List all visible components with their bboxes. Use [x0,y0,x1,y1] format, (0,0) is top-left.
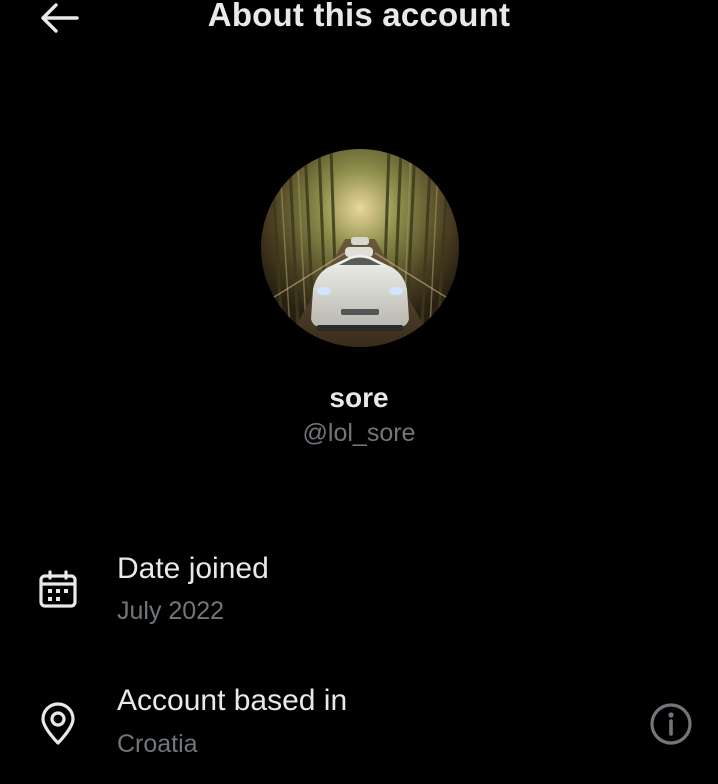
date-joined-label: Date joined [117,552,269,585]
display-name: sore [329,382,389,413]
user-handle: @lol_sore [302,419,416,447]
avatar[interactable] [261,149,459,347]
account-based-label: Account based in [117,684,348,717]
date-joined-row: Date joined July 2022 [0,550,718,650]
info-icon [650,703,692,745]
account-based-row: Account based in Croatia [0,684,718,784]
info-button[interactable] [647,700,695,748]
profile-avatar [261,149,459,347]
top-bar: About this account [0,0,718,40]
location-pin-icon [36,702,80,746]
account-based-value: Croatia [117,730,198,758]
calendar-icon [36,568,80,612]
date-joined-value: July 2022 [117,597,225,625]
page-title: About this account [207,0,511,33]
